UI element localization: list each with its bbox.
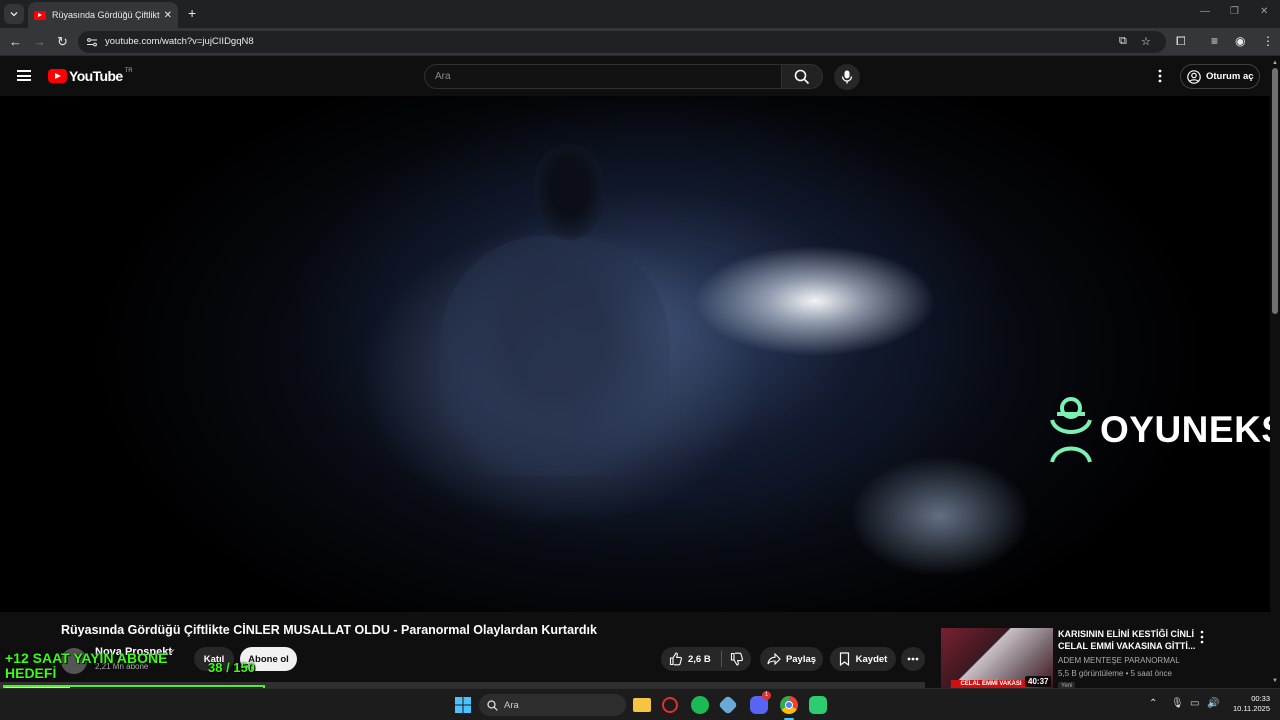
- scrollbar-thumb[interactable]: [1272, 68, 1278, 314]
- dislike-thumb-down-icon[interactable]: [730, 652, 744, 666]
- more-horizontal-icon: [907, 657, 919, 661]
- steam-icon[interactable]: [718, 695, 738, 715]
- bookmark-save-icon: [839, 652, 849, 666]
- more-actions-button[interactable]: [901, 647, 925, 671]
- channel-watermark[interactable]: OYUNEKS: [1046, 396, 1270, 464]
- like-dislike-group: 2,6 B: [661, 647, 751, 671]
- youtube-play-icon: [48, 69, 67, 83]
- site-info-icon[interactable]: [86, 36, 98, 48]
- save-button[interactable]: Kaydet: [830, 647, 896, 671]
- chrome-icon[interactable]: [780, 696, 798, 714]
- extensions-icon[interactable]: ⧠: [1176, 34, 1186, 49]
- chevron-down-icon: [10, 12, 18, 17]
- tab-close-icon[interactable]: ✕: [164, 10, 172, 21]
- recommended-channel[interactable]: ADEM MENTEŞE PARANORMAL: [1058, 656, 1180, 665]
- profile-icon[interactable]: ◉: [1235, 34, 1245, 48]
- browser-menu-icon[interactable]: ⋮: [1262, 34, 1274, 48]
- goal-label-line1: +12 SAAT YAYIN ABONE: [5, 650, 168, 666]
- video-silhouette-head: [532, 144, 606, 240]
- discord-notification-badge: 1: [762, 691, 771, 700]
- windows-start-icon[interactable]: [455, 697, 471, 713]
- url-text: youtube.com/watch?v=jujCIIDgqN8: [105, 36, 254, 47]
- subscriber-goal-count: 38 / 150: [208, 660, 255, 675]
- microphone-icon: [841, 70, 853, 84]
- page-scrollbar[interactable]: ▲ ▼: [1270, 56, 1280, 688]
- recommended-menu-icon[interactable]: [1199, 630, 1205, 644]
- taskbar-clock[interactable]: 00:33 10.11.2025: [1222, 694, 1270, 714]
- reload-button[interactable]: ↻: [57, 34, 68, 50]
- spotify-icon[interactable]: [691, 696, 709, 714]
- taskbar-search-icon: [487, 699, 498, 711]
- close-window-button[interactable]: ✕: [1260, 6, 1268, 17]
- video-duration: 40:37: [1025, 676, 1052, 687]
- game-app-icon[interactable]: [809, 696, 827, 714]
- tab-title: Rüyasında Gördüğü Çiftlikte Cİ: [52, 10, 160, 20]
- browser-toolbar: ← → ↻ youtube.com/watch?v=jujCIIDgqN8 ⧉ …: [0, 28, 1280, 56]
- search-input-box[interactable]: [424, 64, 782, 89]
- country-code: TR: [124, 68, 133, 74]
- browser-tab-strip: Rüyasında Gördüğü Çiftlikte Cİ ✕ + — ❐ ✕: [0, 0, 1280, 28]
- share-label: Paylaş: [785, 653, 817, 665]
- like-thumb-up-icon[interactable]: [669, 652, 683, 666]
- goal-label-line2: HEDEFİ: [5, 665, 57, 681]
- youtube-header: YouTube TR Oturum aç: [0, 56, 1270, 96]
- video-title: Rüyasında Gördüğü Çiftlikte CİNLER MUSAL…: [61, 623, 597, 637]
- bookmark-star-icon[interactable]: ☆: [1141, 35, 1151, 48]
- address-bar[interactable]: youtube.com/watch?v=jujCIIDgqN8 ⧉ ☆: [78, 31, 1166, 53]
- tray-volume-icon[interactable]: 🔊: [1207, 698, 1219, 709]
- oyuneks-logo-icon: [1050, 397, 1092, 463]
- save-label: Kaydet: [855, 653, 888, 665]
- thumbnail-banner-text: CELAL EMMİ VAKASI: [951, 680, 1031, 688]
- search-icon: [794, 69, 810, 84]
- logo-text: YouTube: [69, 68, 123, 84]
- clock-date: 10.11.2025: [1233, 704, 1270, 713]
- cast-icon[interactable]: ⧉: [1119, 35, 1127, 48]
- youtube-favicon-icon: [34, 10, 46, 20]
- windows-taskbar: Ara 1 ⌃ 🎙 ▭ 🔊 00:33 10.11.2025: [0, 688, 1280, 720]
- video-player[interactable]: OYUNEKS: [0, 96, 1270, 612]
- sign-in-button[interactable]: Oturum aç: [1180, 64, 1260, 89]
- video-info-section: Rüyasında Gördüğü Çiftlikte CİNLER MUSAL…: [0, 612, 1270, 690]
- media-controls-icon[interactable]: ≡: [1211, 34, 1218, 48]
- browser-tab-active[interactable]: Rüyasında Gördüğü Çiftlikte Cİ ✕: [28, 2, 178, 28]
- voice-search-button[interactable]: [834, 64, 860, 90]
- video-silhouette-body: [440, 236, 670, 476]
- youtube-logo[interactable]: YouTube TR: [48, 68, 133, 84]
- search-input[interactable]: [425, 65, 781, 88]
- recommended-title[interactable]: KARISININ ELİNİ KESTİĞİ CİNLİ CELAL EMMİ…: [1058, 628, 1198, 652]
- share-arrow-icon: [767, 653, 781, 665]
- like-count: 2,6 B: [688, 653, 711, 665]
- tab-search-button[interactable]: [4, 4, 24, 24]
- forward-button[interactable]: →: [33, 34, 46, 49]
- new-tab-button[interactable]: +: [188, 5, 196, 21]
- subscriber-goal-label: +12 SAAT YAYIN ABONE HEDEFİ: [5, 651, 168, 681]
- back-button[interactable]: ←: [9, 34, 22, 49]
- tray-network-icon[interactable]: ▭: [1190, 698, 1199, 709]
- recommended-meta: 5,5 B görüntüleme • 5 saat önce: [1058, 669, 1172, 678]
- account-circle-icon: [1187, 69, 1201, 84]
- tray-overflow-chevron-icon[interactable]: ⌃: [1149, 698, 1157, 709]
- file-explorer-icon[interactable]: [633, 698, 651, 712]
- watermark-text: OYUNEKS: [1100, 409, 1270, 450]
- discord-icon[interactable]: 1: [750, 691, 771, 714]
- minimize-button[interactable]: —: [1200, 6, 1210, 17]
- search-button[interactable]: [781, 64, 823, 89]
- chrome-center-dot: [785, 701, 793, 709]
- tray-microphone-icon[interactable]: 🎙: [1171, 698, 1184, 709]
- like-divider: [720, 651, 722, 667]
- sign-in-label: Oturum aç: [1206, 71, 1254, 82]
- recommended-video-item[interactable]: CELAL EMMİ VAKASI 40:37 KARISININ ELİNİ …: [941, 628, 1270, 690]
- settings-kebab-icon[interactable]: [1157, 69, 1163, 83]
- restore-button[interactable]: ❐: [1230, 6, 1239, 17]
- share-button[interactable]: Paylaş: [760, 647, 823, 671]
- taskbar-search[interactable]: Ara: [479, 694, 626, 716]
- verified-badge-icon: ✔: [168, 647, 176, 657]
- taskbar-search-label: Ara: [504, 699, 519, 711]
- scroll-down-arrow-icon[interactable]: ▼: [1272, 678, 1278, 684]
- scroll-up-arrow-icon[interactable]: ▲: [1272, 60, 1278, 66]
- opera-icon[interactable]: [662, 697, 678, 713]
- hamburger-menu-icon[interactable]: [17, 70, 31, 81]
- clock-time: 00:33: [1251, 694, 1270, 703]
